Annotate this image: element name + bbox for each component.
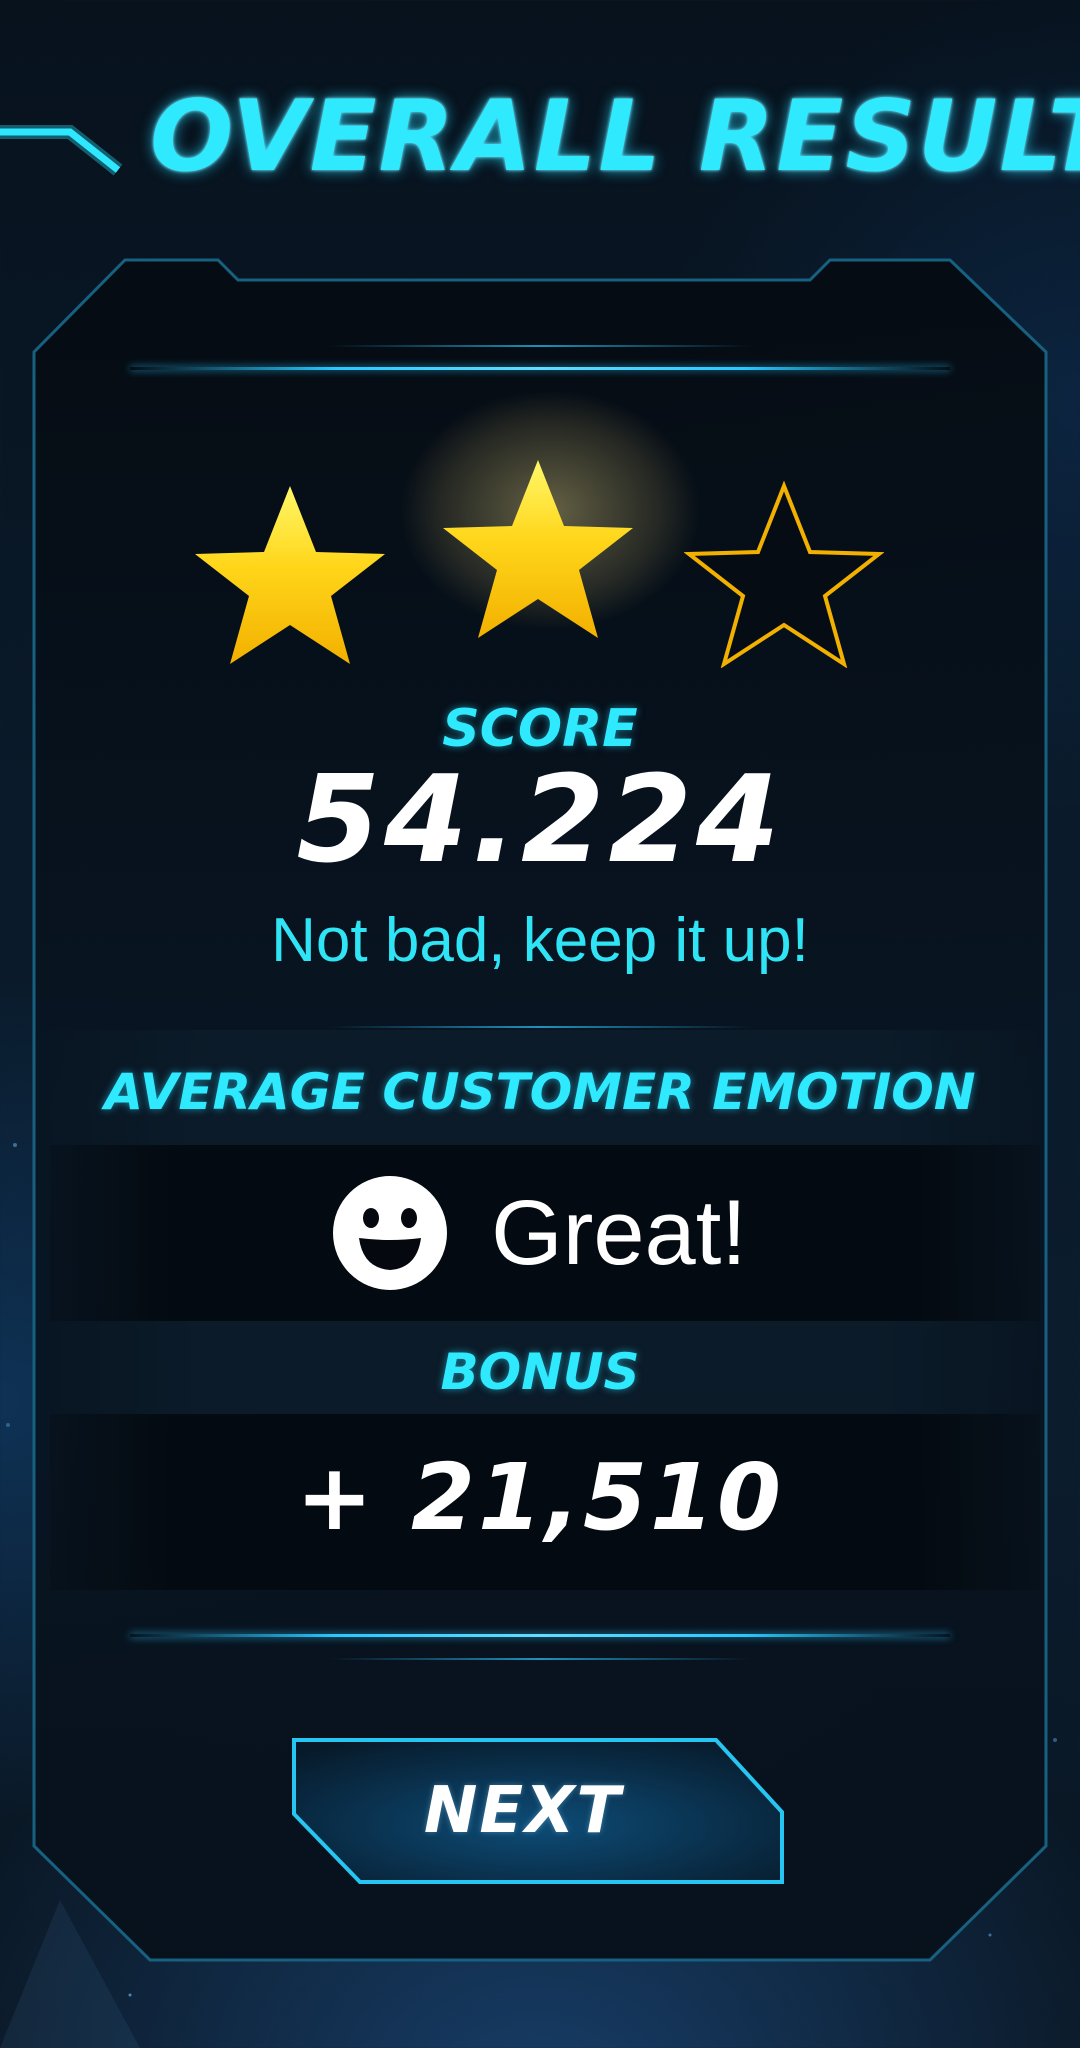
bottom-divider [130,1634,950,1637]
smiley-face-icon [333,1176,448,1290]
star-filled-icon [443,460,633,638]
score-message: Not bad, keep it up! [271,906,809,975]
middle-divider [330,1026,750,1028]
bottom-divider-short [330,1658,750,1660]
score-value: 54.224 [296,751,784,890]
emotion-result: Great! [0,1170,1080,1296]
bonus-label: BONUS [440,1343,640,1401]
next-button[interactable]: NEXT [290,1736,786,1886]
emotion-value: Great! [491,1182,747,1284]
emotion-label: AVERAGE CUSTOMER EMOTION [104,1063,976,1121]
next-button-label: NEXT [423,1774,623,1848]
header-accent-line [0,125,123,176]
bonus-value: + 21,510 [295,1444,785,1551]
star-filled-icon [195,486,385,664]
page-title: OVERALL RESULT [150,80,1080,194]
star-empty-icon [684,480,884,668]
